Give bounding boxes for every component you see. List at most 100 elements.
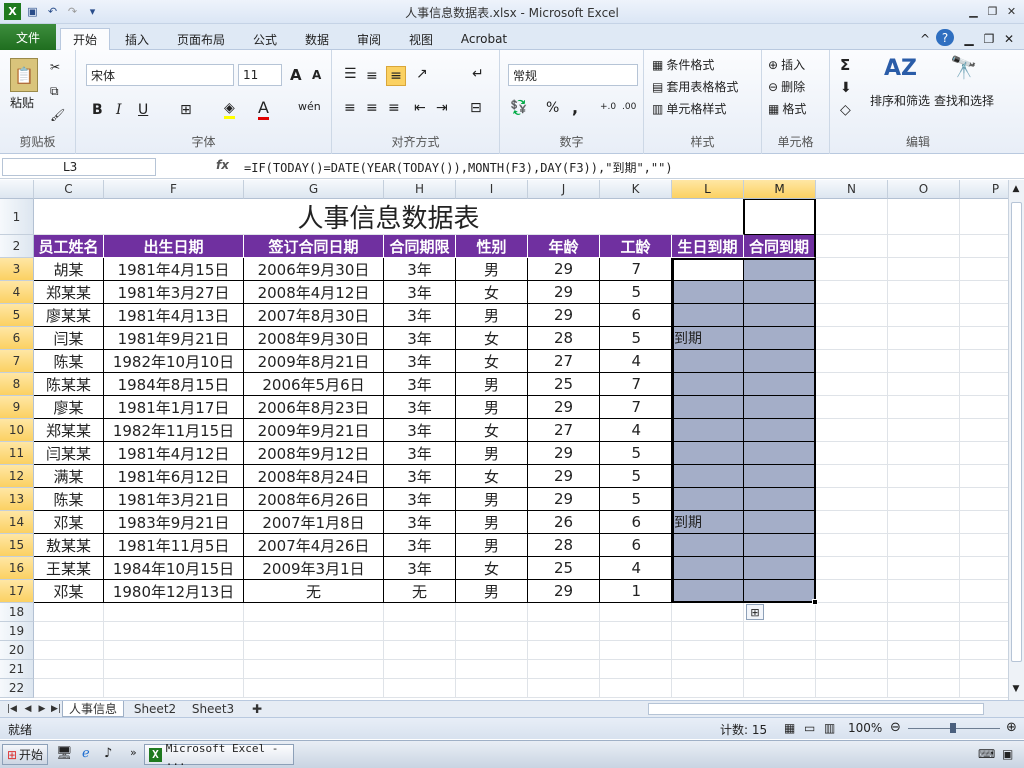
selected-cell[interactable] xyxy=(672,304,744,327)
table-cell[interactable]: 1 xyxy=(600,580,672,603)
underline-button[interactable]: U xyxy=(138,102,148,118)
cell[interactable] xyxy=(960,534,1008,557)
cell[interactable] xyxy=(456,660,528,679)
cell[interactable] xyxy=(104,660,244,679)
normal-view-icon[interactable]: ▦ xyxy=(784,721,795,735)
cell[interactable] xyxy=(960,488,1008,511)
table-cell[interactable]: 26 xyxy=(528,511,600,534)
cell[interactable] xyxy=(244,660,384,679)
table-cell[interactable]: 3年 xyxy=(384,511,456,534)
table-cell[interactable]: 1982年11月15日 xyxy=(104,419,244,442)
table-cell[interactable]: 29 xyxy=(528,396,600,419)
sheet-tab-sheet2[interactable]: Sheet2 xyxy=(128,701,182,717)
tab-home[interactable]: 开始 xyxy=(60,28,110,50)
table-cell[interactable]: 男 xyxy=(456,534,528,557)
table-cell[interactable]: 陈某某 xyxy=(34,373,104,396)
selected-cell[interactable] xyxy=(744,258,816,281)
table-cell[interactable]: 女 xyxy=(456,327,528,350)
cell[interactable] xyxy=(816,511,888,534)
cell[interactable] xyxy=(960,327,1008,350)
paste-icon[interactable]: 📋 xyxy=(10,58,38,92)
table-cell[interactable]: 2006年5月6日 xyxy=(244,373,384,396)
table-cell[interactable]: 1981年4月12日 xyxy=(104,442,244,465)
cell[interactable] xyxy=(744,660,816,679)
table-cell[interactable]: 2006年8月23日 xyxy=(244,396,384,419)
table-cell[interactable]: 7 xyxy=(600,396,672,419)
table-cell[interactable]: 3年 xyxy=(384,281,456,304)
table-cell[interactable]: 胡某 xyxy=(34,258,104,281)
cell[interactable] xyxy=(528,660,600,679)
row-header[interactable]: 15 xyxy=(0,534,34,557)
table-cell[interactable]: 4 xyxy=(600,419,672,442)
selected-cell[interactable] xyxy=(744,580,816,603)
table-cell[interactable]: 3年 xyxy=(384,557,456,580)
name-box[interactable]: L3 xyxy=(2,158,156,176)
table-cell[interactable]: 25 xyxy=(528,373,600,396)
cell[interactable] xyxy=(816,281,888,304)
table-cell[interactable]: 男 xyxy=(456,511,528,534)
table-cell[interactable]: 3年 xyxy=(384,258,456,281)
row-header[interactable]: 9 xyxy=(0,396,34,419)
cell[interactable] xyxy=(456,641,528,660)
phonetic-icon[interactable]: wén xyxy=(298,100,321,113)
cell[interactable] xyxy=(672,622,744,641)
cell[interactable] xyxy=(672,679,744,698)
table-cell[interactable]: 2008年4月12日 xyxy=(244,281,384,304)
cell[interactable] xyxy=(816,641,888,660)
table-cell[interactable]: 29 xyxy=(528,488,600,511)
cell[interactable] xyxy=(816,235,888,258)
table-cell[interactable]: 3年 xyxy=(384,488,456,511)
tab-insert[interactable]: 插入 xyxy=(114,28,160,50)
more-icon[interactable]: » xyxy=(130,746,137,759)
align-center-icon[interactable]: ≡ xyxy=(366,100,378,116)
sort-filter-button[interactable]: 排序和筛选 xyxy=(870,92,930,109)
comma-button[interactable]: , xyxy=(572,98,578,117)
cell[interactable] xyxy=(960,465,1008,488)
table-cell[interactable]: 3年 xyxy=(384,350,456,373)
cell[interactable] xyxy=(888,373,960,396)
table-cell[interactable]: 5 xyxy=(600,488,672,511)
table-cell[interactable]: 5 xyxy=(600,465,672,488)
table-cell[interactable]: 2008年6月26日 xyxy=(244,488,384,511)
page-break-view-icon[interactable]: ▥ xyxy=(824,721,835,735)
table-cell[interactable]: 1982年10月10日 xyxy=(104,350,244,373)
tab-file[interactable]: 文件 xyxy=(0,24,56,50)
cell[interactable] xyxy=(888,488,960,511)
row-header[interactable]: 19 xyxy=(0,622,34,641)
desktop-icon[interactable]: 🖥 xyxy=(56,746,73,761)
table-cell[interactable]: 3年 xyxy=(384,396,456,419)
cell[interactable] xyxy=(960,679,1008,698)
minimize-icon[interactable]: ▁ xyxy=(965,3,982,19)
table-cell[interactable]: 1984年10月15日 xyxy=(104,557,244,580)
select-all-corner[interactable] xyxy=(0,180,34,199)
cell[interactable] xyxy=(888,679,960,698)
table-cell[interactable]: 王某某 xyxy=(34,557,104,580)
tab-formulas[interactable]: 公式 xyxy=(244,28,286,50)
align-left-icon[interactable]: ≡ xyxy=(344,100,356,116)
row-header[interactable]: 2 xyxy=(0,235,34,258)
cell[interactable] xyxy=(816,327,888,350)
table-cell[interactable]: 3年 xyxy=(384,534,456,557)
cell[interactable] xyxy=(672,603,744,622)
format-painter-icon[interactable]: 🖌 xyxy=(50,108,65,122)
cell[interactable] xyxy=(960,557,1008,580)
table-cell[interactable]: 2007年8月30日 xyxy=(244,304,384,327)
table-cell[interactable]: 1981年4月15日 xyxy=(104,258,244,281)
cell[interactable] xyxy=(456,622,528,641)
table-cell[interactable]: 1981年3月27日 xyxy=(104,281,244,304)
table-cell[interactable]: 2009年3月1日 xyxy=(244,557,384,580)
table-cell[interactable]: 6 xyxy=(600,534,672,557)
cell[interactable] xyxy=(528,641,600,660)
page-layout-view-icon[interactable]: ▭ xyxy=(804,721,815,735)
cell[interactable] xyxy=(960,622,1008,641)
table-cell[interactable]: 29 xyxy=(528,281,600,304)
cell[interactable] xyxy=(104,641,244,660)
selected-cell[interactable] xyxy=(744,511,816,534)
selected-cell[interactable] xyxy=(744,373,816,396)
selected-cell[interactable] xyxy=(744,281,816,304)
cell[interactable] xyxy=(960,258,1008,281)
table-cell[interactable]: 29 xyxy=(528,304,600,327)
paste-button[interactable]: 粘贴 xyxy=(10,94,34,111)
row-header[interactable]: 21 xyxy=(0,660,34,679)
cell[interactable] xyxy=(816,488,888,511)
